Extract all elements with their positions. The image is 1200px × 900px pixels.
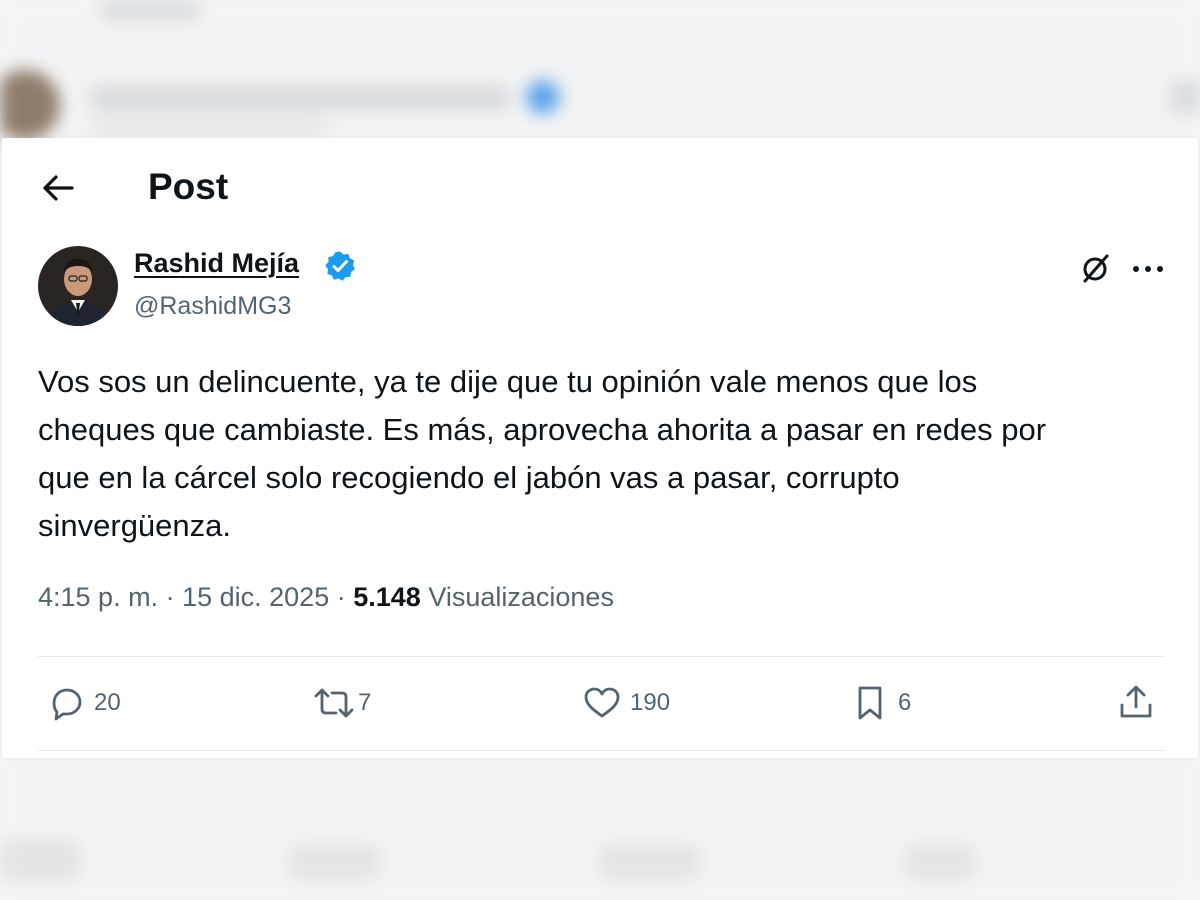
heart-icon xyxy=(582,683,622,723)
bookmark-count: 6 xyxy=(898,689,912,716)
post-card: Post Rashid Mejía @RashidMG3 Vos sos un … xyxy=(2,138,1198,758)
arrow-left-icon xyxy=(41,173,75,208)
like-count: 190 xyxy=(630,689,671,716)
bg-avatar xyxy=(0,70,60,140)
bg-blob xyxy=(600,845,700,879)
repost-icon xyxy=(312,683,356,723)
reply-button[interactable]: 20 xyxy=(46,678,121,728)
reply-count: 20 xyxy=(94,689,121,716)
back-button[interactable] xyxy=(38,170,78,210)
more-button[interactable] xyxy=(1126,252,1170,288)
more-horizontal-icon xyxy=(1130,261,1166,279)
reply-icon xyxy=(46,683,86,723)
divider xyxy=(38,750,1164,751)
views-count: 5.148 xyxy=(353,582,421,612)
bg-blob xyxy=(90,120,330,136)
verified-badge-icon xyxy=(324,250,356,282)
bg-verified xyxy=(526,80,560,114)
bg-blob xyxy=(0,840,80,880)
post-time[interactable]: 4:15 p. m. xyxy=(38,582,158,612)
author-handle[interactable]: @RashidMG3 xyxy=(134,292,291,321)
grok-icon xyxy=(1080,252,1112,289)
bg-blob xyxy=(100,0,200,20)
like-button[interactable]: 190 xyxy=(582,678,670,728)
post-meta: 4:15 p. m. · 15 dic. 2025 · 5.148 Visual… xyxy=(38,582,614,613)
bg-blob xyxy=(905,845,975,879)
bookmark-icon xyxy=(850,683,890,723)
grok-button[interactable] xyxy=(1078,252,1114,288)
views-label: Visualizaciones xyxy=(428,582,614,612)
bookmark-button[interactable]: 6 xyxy=(850,678,911,728)
meta-separator: · xyxy=(165,582,183,612)
post-text: Vos sos un delincuente, ya te dije que t… xyxy=(38,364,1047,543)
page-title: Post xyxy=(148,166,229,207)
repost-count: 7 xyxy=(358,689,372,716)
share-icon xyxy=(1116,683,1156,723)
bg-blob xyxy=(290,845,380,879)
share-button[interactable] xyxy=(1116,678,1156,728)
author-name[interactable]: Rashid Mejía xyxy=(134,248,299,279)
post-date[interactable]: 15 dic. 2025 xyxy=(182,582,329,612)
avatar[interactable] xyxy=(38,246,118,326)
bg-blob xyxy=(1170,80,1200,114)
bg-blob xyxy=(90,85,510,111)
divider xyxy=(38,656,1164,657)
post-header: Post xyxy=(2,138,1198,238)
meta-separator: · xyxy=(336,582,354,612)
action-bar: 20 7 190 6 xyxy=(2,678,1198,728)
repost-button[interactable]: 7 xyxy=(312,678,371,728)
